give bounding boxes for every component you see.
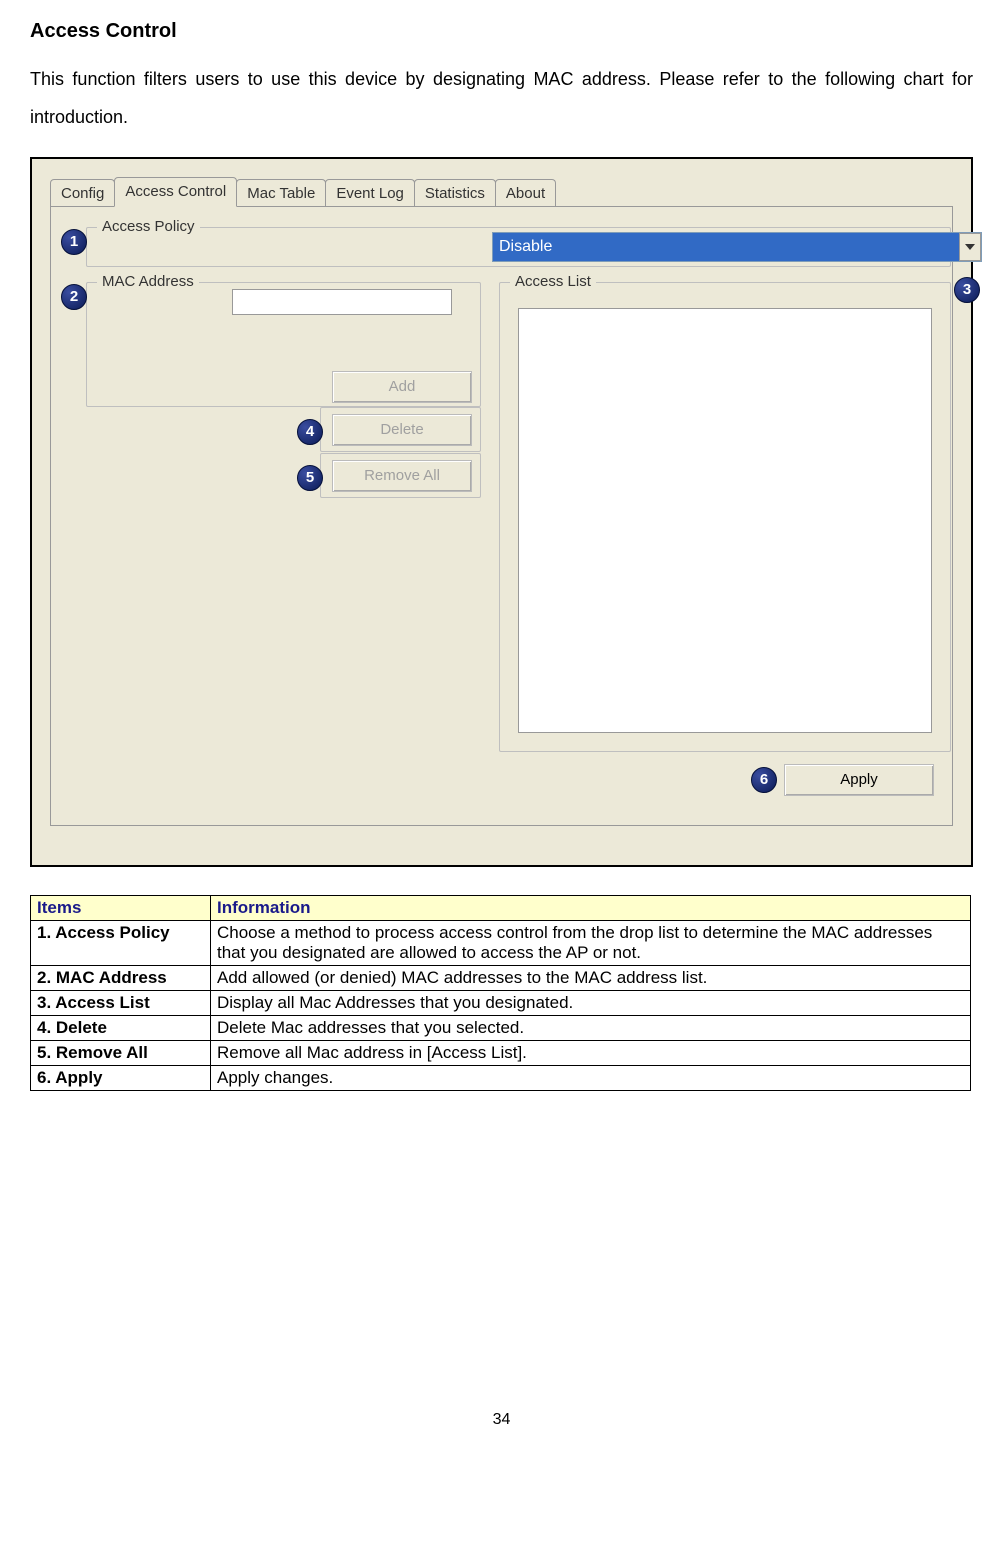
access-list-box[interactable] [518,308,932,733]
row-info: Choose a method to process access contro… [211,920,971,965]
row-info: Delete Mac addresses that you selected. [211,1015,971,1040]
table-row: 5. Remove All Remove all Mac address in … [31,1040,971,1065]
tab-panel: Access Policy Disable MAC Address Access… [50,206,953,826]
tab-statistics[interactable]: Statistics [414,179,496,207]
table-row: 1. Access Policy Choose a method to proc… [31,920,971,965]
callout-6: 6 [751,767,777,793]
callout-5: 5 [297,465,323,491]
access-policy-label: Access Policy [97,218,200,235]
row-item: 3. Access List [31,990,211,1015]
row-item: 4. Delete [31,1015,211,1040]
row-info: Remove all Mac address in [Access List]. [211,1040,971,1065]
table-row: 4. Delete Delete Mac addresses that you … [31,1015,971,1040]
page-title: Access Control [30,20,973,43]
page-number: 34 [30,1411,973,1429]
row-item: 6. Apply [31,1065,211,1090]
access-control-window: Config Access Control Mac Table Event Lo… [30,157,973,867]
delete-button[interactable]: Delete [332,414,472,446]
row-info: Apply changes. [211,1065,971,1090]
row-item: 1. Access Policy [31,920,211,965]
table-row: 2. MAC Address Add allowed (or denied) M… [31,965,971,990]
tab-event-log[interactable]: Event Log [325,179,415,207]
access-policy-group: Access Policy Disable [86,227,951,267]
apply-button[interactable]: Apply [784,764,934,796]
info-table: Items Information 1. Access Policy Choos… [30,895,971,1091]
tab-config[interactable]: Config [50,179,115,207]
table-row: 3. Access List Display all Mac Addresses… [31,990,971,1015]
tab-access-control[interactable]: Access Control [114,177,237,207]
row-item: 5. Remove All [31,1040,211,1065]
table-header-row: Items Information [31,895,971,920]
callout-3: 3 [954,277,980,303]
access-policy-dropdown[interactable]: Disable [492,232,982,262]
header-items: Items [31,895,211,920]
header-information: Information [211,895,971,920]
row-info: Add allowed (or denied) MAC addresses to… [211,965,971,990]
callout-4: 4 [297,419,323,445]
intro-text: This function filters users to use this … [30,61,973,137]
row-info: Display all Mac Addresses that you desig… [211,990,971,1015]
row-item: 2. MAC Address [31,965,211,990]
chevron-down-icon[interactable] [959,233,981,261]
tab-about[interactable]: About [495,179,556,207]
add-button[interactable]: Add [332,371,472,403]
table-row: 6. Apply Apply changes. [31,1065,971,1090]
callout-2: 2 [61,284,87,310]
access-policy-value: Disable [499,238,552,256]
access-list-group: Access List [499,282,951,752]
tab-strip: Config Access Control Mac Table Event Lo… [50,177,953,207]
access-list-label: Access List [510,273,596,290]
callout-1: 1 [61,229,87,255]
mac-address-input[interactable] [232,289,452,315]
remove-all-button[interactable]: Remove All [332,460,472,492]
tab-mac-table[interactable]: Mac Table [236,179,326,207]
mac-address-label: MAC Address [97,273,199,290]
